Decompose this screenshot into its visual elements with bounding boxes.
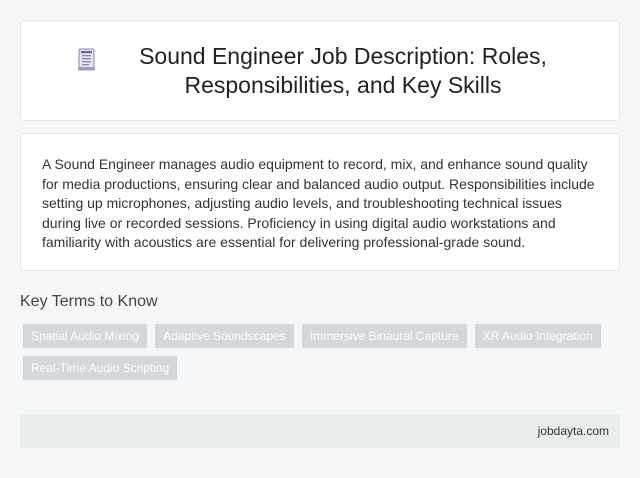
title-card: Sound Engineer Job Description: Roles, R… — [20, 20, 620, 121]
key-term-tag[interactable]: Spatial Audio Mixing — [23, 324, 148, 348]
footer: jobdayta.com — [20, 414, 620, 448]
key-term-tag[interactable]: Immersive Binaural Capture — [301, 324, 467, 348]
key-term-tag[interactable]: Adaptive Soundscapes — [155, 324, 294, 348]
key-terms-heading: Key Terms to Know — [20, 293, 158, 310]
document-icon — [78, 48, 95, 70]
key-term-tag[interactable]: XR Audio Integration — [474, 324, 601, 348]
job-description: A Sound Engineer manages audio equipment… — [42, 156, 595, 250]
key-term-tag[interactable]: Real-Time Audio Scripting — [23, 356, 178, 380]
title-row: Sound Engineer Job Description: Roles, R… — [50, 42, 590, 100]
description-card: A Sound Engineer manages audio equipment… — [20, 133, 620, 271]
key-terms-list: Spatial Audio Mixing Adaptive Soundscape… — [23, 324, 617, 380]
page-title: Sound Engineer Job Description: Roles, R… — [139, 42, 547, 98]
footer-source-link[interactable]: jobdayta.com — [538, 424, 609, 438]
